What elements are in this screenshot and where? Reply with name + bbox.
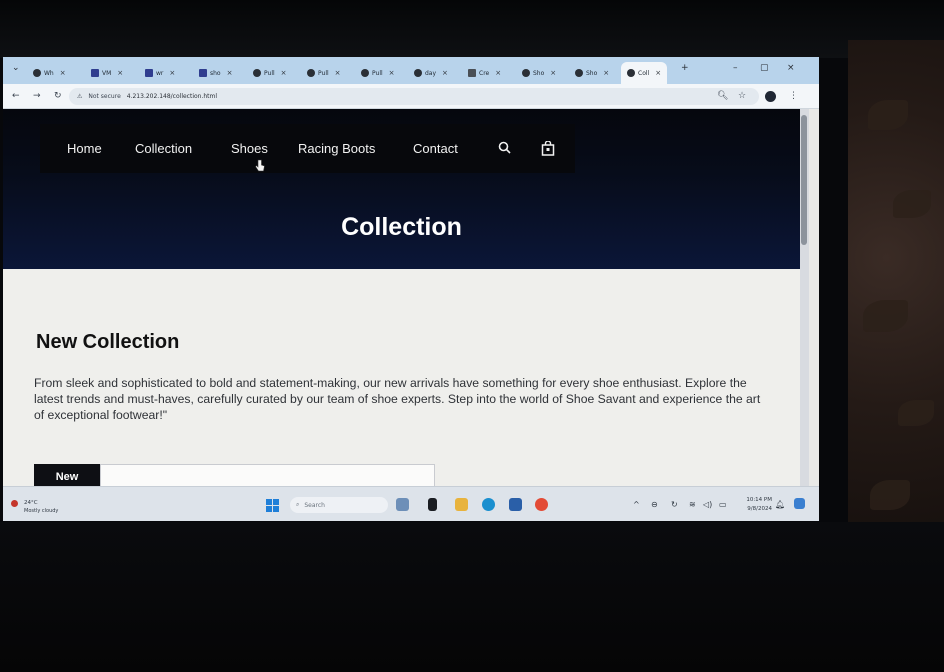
globe-icon [627, 69, 635, 77]
section-description: From sleek and sophisticated to bold and… [34, 376, 761, 422]
restore-button[interactable]: ▢ [760, 63, 769, 73]
scrollbar-thumb[interactable] [801, 115, 807, 245]
globe-icon [575, 69, 583, 77]
close-tab-icon[interactable]: × [550, 69, 556, 77]
app-icon [145, 69, 153, 77]
page-title: Collection [341, 213, 462, 241]
new-tab-button[interactable]: + [681, 63, 689, 73]
taskbar-clock[interactable]: 10:14 PM 9/8/2024 [738, 496, 772, 514]
nav-shoes[interactable]: Shoes [231, 141, 268, 156]
globe-icon [307, 69, 315, 77]
task-view-icon[interactable] [428, 498, 437, 511]
globe-icon [522, 69, 530, 77]
tray-sync-icon[interactable]: ↻ [671, 500, 678, 509]
browser-tab[interactable]: Pull × [307, 65, 341, 81]
search-icon[interactable] [498, 141, 511, 158]
nav-racing-boots[interactable]: Racing Boots [298, 141, 375, 156]
tray-app-icon[interactable]: ⊖ [651, 500, 658, 509]
hero-banner: Home Collection Shoes Racing Boots Conta… [3, 109, 800, 269]
address-bar[interactable]: ⚠ Not secure 4.213.202.148/collection.ht… [69, 88, 759, 105]
browser-tab[interactable]: VM × [91, 65, 123, 81]
background-bottom [0, 522, 944, 672]
volume-icon[interactable]: ◁) [703, 500, 712, 509]
nav-home[interactable]: Home [67, 141, 102, 156]
browser-tab[interactable]: Pull × [253, 65, 287, 81]
notification-bell-icon[interactable]: 🔔︎ [775, 500, 785, 509]
monitor-screen: ⌄ Wh × VM × wr × sho × Pull × Pull × Pull × day… [3, 57, 819, 521]
globe-icon [361, 69, 369, 77]
url-text[interactable]: 4.213.202.148/collection.html [127, 93, 217, 100]
taskbar: 24°C Mostly cloudy ⌕ Search ^ ⊖ ↻ ≋ ◁) ▭… [3, 486, 819, 521]
background-plant [848, 40, 944, 585]
grid-icon [468, 69, 476, 77]
wifi-icon[interactable]: ≋ [689, 500, 696, 509]
app-icon [91, 69, 99, 77]
browser-tab[interactable]: Pull × [361, 65, 395, 81]
browser-tab[interactable]: Sho × [575, 65, 609, 81]
close-tab-icon[interactable]: × [495, 69, 501, 77]
zoom-icon[interactable]: 🔍︎ [717, 91, 728, 101]
menu-kebab-icon[interactable]: ⋮ [789, 91, 798, 101]
close-tab-icon[interactable]: × [281, 69, 287, 77]
browser-toolbar: ← → ↻ ⚠ Not secure 4.213.202.148/collect… [3, 84, 819, 109]
browser-tab[interactable]: sho × [199, 65, 232, 81]
globe-icon [253, 69, 261, 77]
file-explorer-icon[interactable] [455, 498, 468, 511]
taskbar-search[interactable]: ⌕ Search [290, 497, 388, 513]
bookmark-star-icon[interactable]: ☆ [738, 91, 746, 101]
close-tab-icon[interactable]: × [60, 69, 66, 77]
shopping-bag-icon[interactable] [541, 140, 555, 160]
browser-tab-active[interactable]: Coll × [621, 62, 668, 84]
page-viewport: Home Collection Shoes Racing Boots Conta… [3, 109, 800, 486]
browser-tab-strip: ⌄ Wh × VM × wr × sho × Pull × Pull × Pull × day… [3, 57, 819, 84]
nav-contact[interactable]: Contact [413, 141, 458, 156]
tab-new[interactable]: New [34, 464, 100, 486]
tab-panel [100, 464, 435, 486]
warning-icon: ⚠ [77, 93, 83, 100]
profile-avatar[interactable] [765, 91, 776, 102]
copilot-icon[interactable] [794, 498, 805, 509]
nav-collection[interactable]: Collection [135, 141, 192, 156]
reload-icon[interactable]: ↻ [54, 91, 62, 101]
browser-tab[interactable]: day × [414, 65, 448, 81]
widgets-icon[interactable] [396, 498, 409, 511]
close-tab-icon[interactable]: × [389, 69, 395, 77]
site-nav: Home Collection Shoes Racing Boots Conta… [40, 124, 575, 173]
tab-search-chevron-icon[interactable]: ⌄ [12, 63, 20, 73]
background-top [0, 0, 944, 58]
close-tab-icon[interactable]: × [227, 69, 233, 77]
browser-tab[interactable]: wr × [145, 65, 175, 81]
app-icon [199, 69, 207, 77]
mouse-pointer-icon [255, 159, 266, 177]
globe-icon [33, 69, 41, 77]
close-tab-icon[interactable]: × [117, 69, 123, 77]
close-tab-icon[interactable]: × [603, 69, 609, 77]
weather-widget[interactable]: 24°C Mostly cloudy [24, 499, 58, 515]
edge-icon[interactable] [482, 498, 495, 511]
minimize-button[interactable]: – [733, 63, 738, 73]
weather-badge-icon [11, 500, 18, 507]
github-icon [414, 69, 422, 77]
tray-chevron-icon[interactable]: ^ [633, 500, 640, 509]
browser-tab[interactable]: Wh × [33, 65, 66, 81]
browser-tab[interactable]: Sho × [522, 65, 556, 81]
browser-tab[interactable]: Cre × [468, 65, 501, 81]
close-tab-icon[interactable]: × [335, 69, 341, 77]
not-secure-label[interactable]: Not secure [88, 93, 120, 100]
back-arrow-icon[interactable]: ← [12, 91, 20, 101]
page-scrollbar[interactable] [800, 109, 809, 486]
close-tab-icon[interactable]: × [442, 69, 448, 77]
chrome-icon[interactable] [535, 498, 548, 511]
close-tab-icon[interactable]: × [169, 69, 175, 77]
close-window-button[interactable]: × [787, 63, 795, 73]
store-icon[interactable] [509, 498, 522, 511]
windows-start-icon[interactable] [266, 499, 279, 512]
section-title: New Collection [36, 331, 180, 353]
forward-arrow-icon[interactable]: → [33, 91, 41, 101]
close-tab-icon[interactable]: × [655, 69, 661, 77]
battery-icon[interactable]: ▭ [719, 500, 727, 509]
search-icon: ⌕ [296, 501, 300, 508]
